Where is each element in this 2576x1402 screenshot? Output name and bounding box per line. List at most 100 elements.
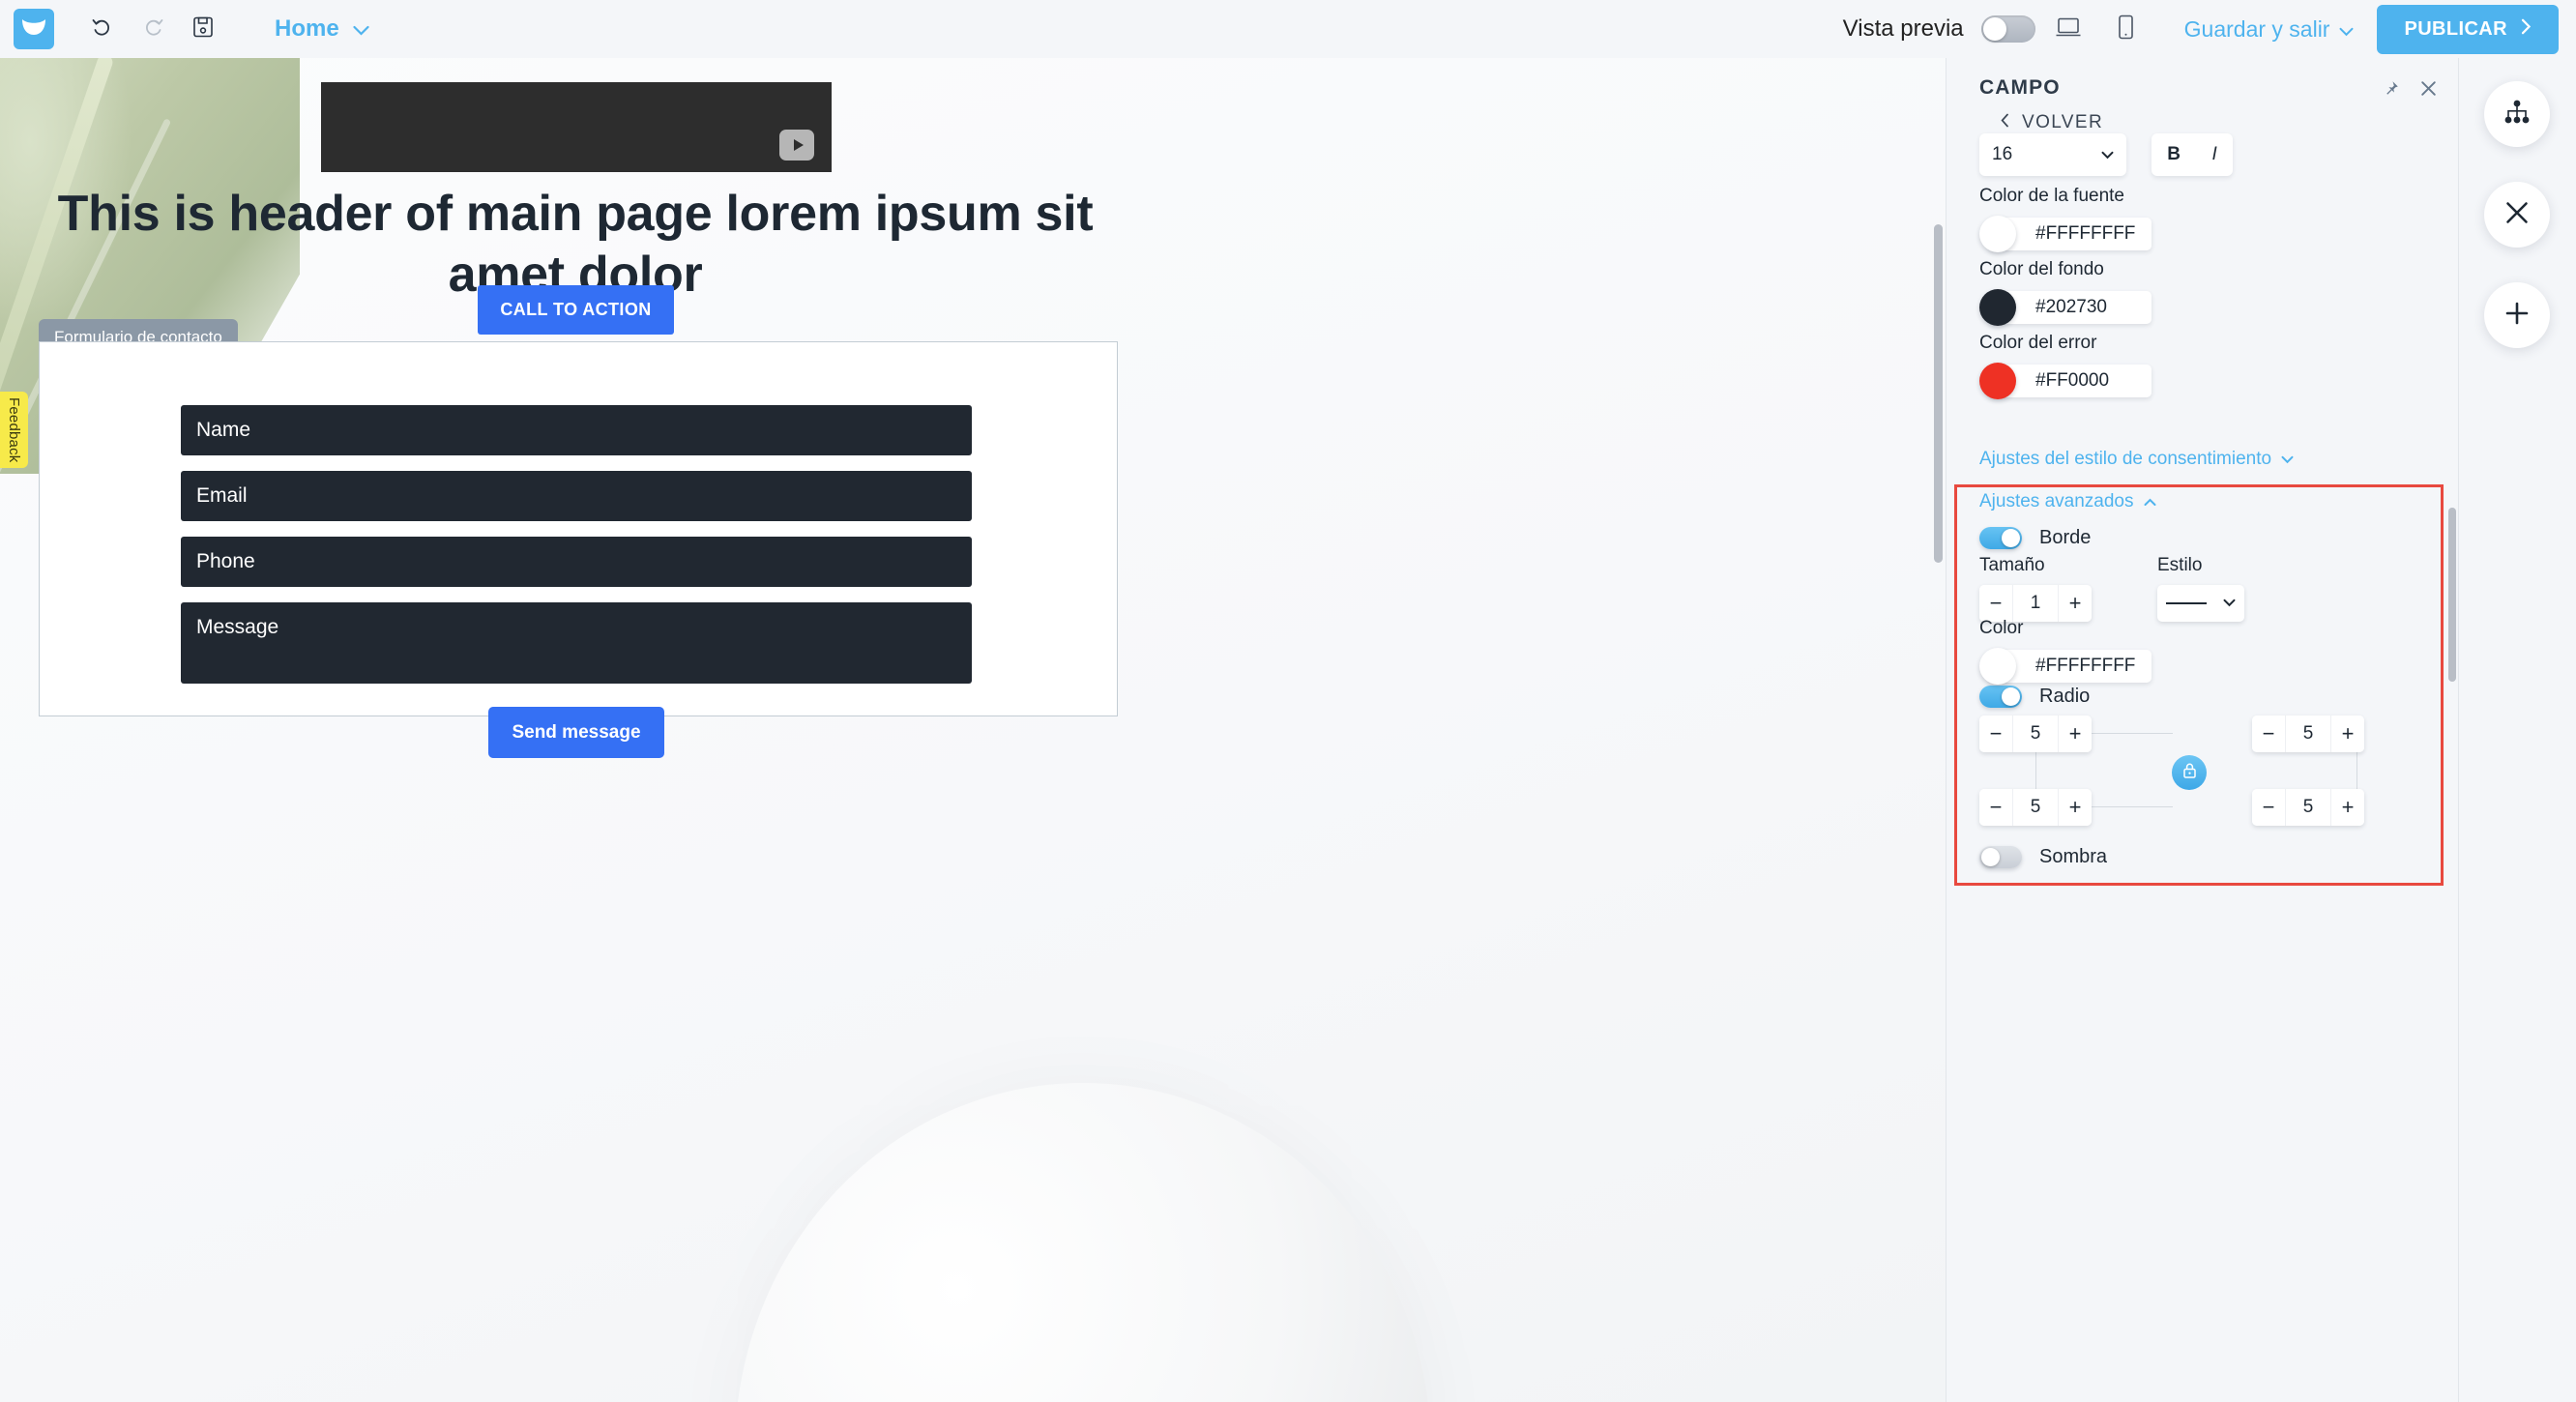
shadow-toggle-label: Sombra bbox=[2039, 846, 2108, 867]
italic-button[interactable]: I bbox=[2211, 144, 2216, 165]
border-style-select[interactable] bbox=[2157, 585, 2244, 622]
radius-tl-value[interactable]: 5 bbox=[2012, 716, 2059, 752]
panel-scrollbar[interactable] bbox=[2448, 508, 2456, 682]
back-label: VOLVER bbox=[2022, 112, 2104, 132]
style-label: Estilo bbox=[2157, 555, 2203, 575]
consent-style-settings-link[interactable]: Ajustes del estilo de consentimiento bbox=[1979, 449, 2294, 470]
connector-bottom bbox=[2092, 806, 2173, 807]
properties-panel: CAMPO VOLVER 16 B I Color de la fuente #… bbox=[1946, 58, 2458, 1402]
add-block-button[interactable] bbox=[2484, 282, 2550, 348]
error-color-group: Color del error #FF0000 bbox=[1979, 333, 2152, 399]
back-button[interactable]: VOLVER bbox=[2001, 112, 2103, 133]
radius-br-decrement[interactable]: − bbox=[2252, 789, 2285, 826]
radius-bl-value[interactable]: 5 bbox=[2012, 789, 2059, 826]
envelope-logo-icon bbox=[21, 17, 46, 42]
border-size-increment[interactable]: + bbox=[2059, 585, 2092, 622]
email-field[interactable]: Email bbox=[181, 471, 972, 521]
radius-tr-value[interactable]: 5 bbox=[2285, 716, 2331, 752]
font-color-label: Color de la fuente bbox=[1979, 186, 2124, 206]
background-color-swatch[interactable] bbox=[1979, 289, 2016, 326]
play-triangle bbox=[793, 139, 804, 151]
desktop-preview-button[interactable] bbox=[2043, 10, 2093, 48]
close-rail-button[interactable] bbox=[2484, 182, 2550, 248]
structure-button[interactable] bbox=[2484, 81, 2550, 147]
preview-toggle[interactable] bbox=[1980, 15, 2035, 43]
publish-button[interactable]: PUBLICAR bbox=[2377, 4, 2559, 54]
send-message-button[interactable]: Send message bbox=[488, 707, 664, 758]
font-size-select[interactable]: 16 bbox=[1979, 133, 2126, 176]
youtube-play-icon[interactable] bbox=[779, 130, 814, 161]
panel-header-actions bbox=[2383, 80, 2437, 97]
chevron-down-icon bbox=[2223, 595, 2236, 612]
mobile-preview-button[interactable] bbox=[2101, 10, 2152, 48]
floppy-save-icon bbox=[192, 15, 214, 44]
feedback-tab[interactable]: Feedback bbox=[0, 392, 28, 468]
right-action-rail bbox=[2458, 58, 2576, 1402]
font-color-group: Color de la fuente #FFFFFFFF bbox=[1979, 186, 2152, 252]
pin-icon[interactable] bbox=[2383, 80, 2399, 97]
typography-row: 16 B I bbox=[1979, 133, 2233, 176]
radius-tl-decrement[interactable]: − bbox=[1979, 716, 2012, 752]
radius-lock-button[interactable] bbox=[2172, 755, 2207, 790]
font-size-value: 16 bbox=[1992, 144, 2013, 164]
radius-br-value[interactable]: 5 bbox=[2285, 789, 2331, 826]
radius-br-increment[interactable]: + bbox=[2331, 789, 2364, 826]
radius-toggle-row: Radio bbox=[1979, 686, 2090, 708]
radius-bottom-left-stepper[interactable]: − 5 + bbox=[1979, 789, 2092, 826]
radius-toggle[interactable] bbox=[1979, 686, 2022, 708]
close-icon[interactable] bbox=[2420, 80, 2437, 97]
radius-bl-decrement[interactable]: − bbox=[1979, 789, 2012, 826]
font-color-swatch[interactable] bbox=[1979, 216, 2016, 252]
font-color-row: #FFFFFFFF bbox=[1979, 216, 2152, 252]
phone-field[interactable]: Phone bbox=[181, 537, 972, 587]
toggle-knob bbox=[1981, 848, 2000, 866]
name-field[interactable]: Name bbox=[181, 405, 972, 455]
topbar-right-group: Vista previa Guardar y salir PUBLICAR bbox=[1843, 4, 2576, 54]
app-logo[interactable] bbox=[14, 9, 54, 49]
error-color-swatch[interactable] bbox=[1979, 363, 2016, 399]
bold-italic-group[interactable]: B I bbox=[2152, 133, 2233, 176]
chevron-down-icon bbox=[2339, 16, 2354, 43]
border-toggle[interactable] bbox=[1979, 527, 2022, 549]
radius-bl-increment[interactable]: + bbox=[2059, 789, 2092, 826]
message-field[interactable]: Message bbox=[181, 602, 972, 684]
bold-button[interactable]: B bbox=[2167, 144, 2181, 165]
radius-tl-increment[interactable]: + bbox=[2059, 716, 2092, 752]
feedback-label: Feedback bbox=[6, 396, 22, 463]
canvas-scrollbar[interactable] bbox=[1934, 224, 1943, 563]
page-selector[interactable]: Home bbox=[275, 15, 369, 43]
radius-top-right-stepper[interactable]: − 5 + bbox=[2252, 716, 2364, 752]
contact-form-block[interactable]: Name Email Phone Message Send message bbox=[39, 341, 1118, 758]
border-size-stepper[interactable]: − 1 + bbox=[1979, 585, 2092, 622]
redo-icon bbox=[141, 15, 164, 44]
border-color-swatch[interactable] bbox=[1979, 648, 2016, 685]
lock-icon bbox=[2181, 762, 2198, 784]
border-size-value[interactable]: 1 bbox=[2012, 585, 2059, 622]
border-radius-grid: − 5 + − 5 + − 5 + − 5 + bbox=[1979, 716, 2395, 832]
error-color-label: Color del error bbox=[1979, 333, 2097, 353]
radius-bottom-right-stepper[interactable]: − 5 + bbox=[2252, 789, 2364, 826]
video-embed-block[interactable] bbox=[321, 82, 832, 172]
chevron-down-icon bbox=[353, 15, 369, 43]
border-color-row: #FFFFFFFF bbox=[1979, 648, 2152, 685]
save-button[interactable] bbox=[178, 9, 228, 49]
border-toggle-row: Borde bbox=[1979, 527, 2091, 549]
page-canvas[interactable]: This is header of main page lorem ipsum … bbox=[0, 58, 1946, 1402]
border-size-decrement[interactable]: − bbox=[1979, 585, 2012, 622]
save-exit-button[interactable]: Guardar y salir bbox=[2184, 16, 2355, 43]
advanced-settings-label: Ajustes avanzados bbox=[1979, 491, 2134, 511]
panel-title: CAMPO bbox=[1979, 76, 2061, 99]
sitemap-structure-icon bbox=[2503, 100, 2532, 130]
radius-tr-increment[interactable]: + bbox=[2331, 716, 2364, 752]
undo-button[interactable] bbox=[77, 9, 128, 49]
shadow-toggle[interactable] bbox=[1979, 846, 2022, 868]
panel-scroll-area: 16 B I Color de la fuente #FFFFFFFF Colo… bbox=[1947, 133, 2458, 1402]
background-color-label: Color del fondo bbox=[1979, 259, 2104, 279]
radius-tr-decrement[interactable]: − bbox=[2252, 716, 2285, 752]
border-color-group: Color #FFFFFFFF bbox=[1979, 618, 2152, 685]
redo-button[interactable] bbox=[128, 9, 178, 49]
chevron-right-icon bbox=[2521, 18, 2532, 41]
call-to-action-button[interactable]: CALL TO ACTION bbox=[478, 285, 674, 335]
advanced-settings-link[interactable]: Ajustes avanzados bbox=[1979, 491, 2156, 512]
radius-top-left-stepper[interactable]: − 5 + bbox=[1979, 716, 2092, 752]
